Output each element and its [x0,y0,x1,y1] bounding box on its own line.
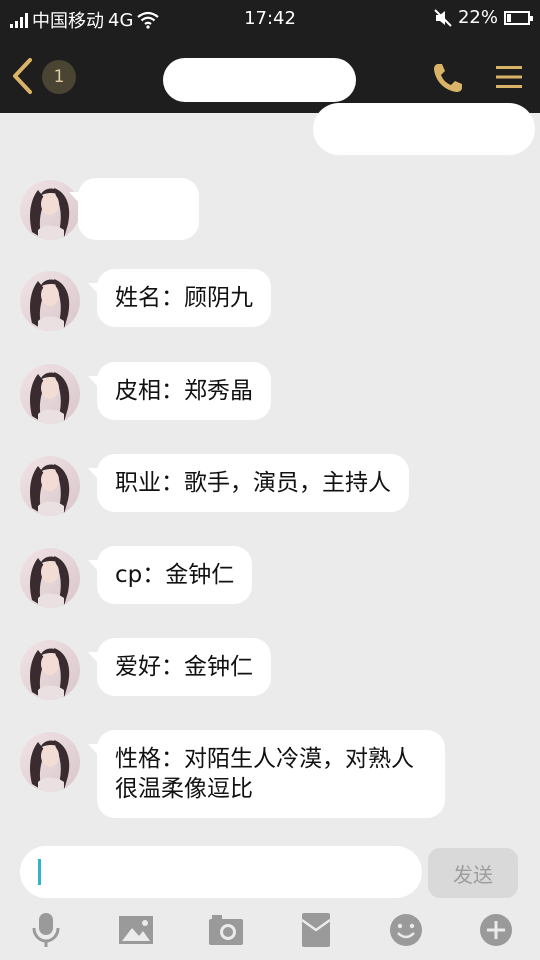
message-row: cp：金钟仁 [20,546,253,608]
avatar[interactable] [20,180,80,240]
message-row: 皮相：郑秀晶 [20,362,271,424]
emoji-icon[interactable] [386,910,426,950]
camera-icon[interactable] [206,910,246,950]
status-bar: 中国移动 4G 17:42 22% [0,0,540,38]
status-right: 22% [434,7,533,28]
microphone-icon[interactable] [26,910,66,950]
message-bubble[interactable]: 职业：歌手，演员，主持人 [88,454,409,512]
avatar[interactable] [20,640,80,700]
message-bubble[interactable]: cp：金钟仁 [87,546,253,604]
image-icon[interactable] [116,910,156,950]
message-bubble[interactable]: 姓名：顾阴九 [88,269,271,327]
redacted-title [163,58,356,102]
avatar[interactable] [20,364,80,424]
plus-icon[interactable] [476,910,516,950]
redacted-area [313,103,535,155]
message-bubble[interactable]: 爱好：金钟仁 [88,638,271,696]
avatar[interactable] [20,271,80,331]
battery-icon [504,10,533,25]
message-row: 爱好：金钟仁 [20,638,271,700]
message-input[interactable] [20,846,422,898]
message-row: 职业：歌手，演员，主持人 [20,454,409,516]
message-row: 性格：对陌生人冷漠，对熟人很温柔像逗比 [20,730,445,818]
text-caret [38,859,41,885]
back-chevron-icon[interactable] [6,56,40,96]
message-bubble[interactable]: 皮相：郑秀晶 [88,362,271,420]
battery-level [507,13,511,22]
message-bubble[interactable]: 性格：对陌生人冷漠，对熟人很温柔像逗比 [88,730,445,818]
unread-badge[interactable]: 1 [42,60,76,94]
chat-header: 1 [0,38,540,113]
send-button[interactable]: 发送 [428,848,518,898]
mute-icon [434,8,452,27]
avatar[interactable] [20,548,80,608]
menu-icon[interactable] [494,64,524,90]
message-row: 姓名：顾阴九 [20,269,271,331]
red-packet-icon[interactable] [296,910,336,950]
avatar[interactable] [20,456,80,516]
message-row [20,178,199,240]
battery-percent: 22% [457,7,498,28]
avatar[interactable] [20,732,80,792]
message-bubble-redacted[interactable] [69,178,199,240]
phone-icon[interactable] [430,60,466,96]
